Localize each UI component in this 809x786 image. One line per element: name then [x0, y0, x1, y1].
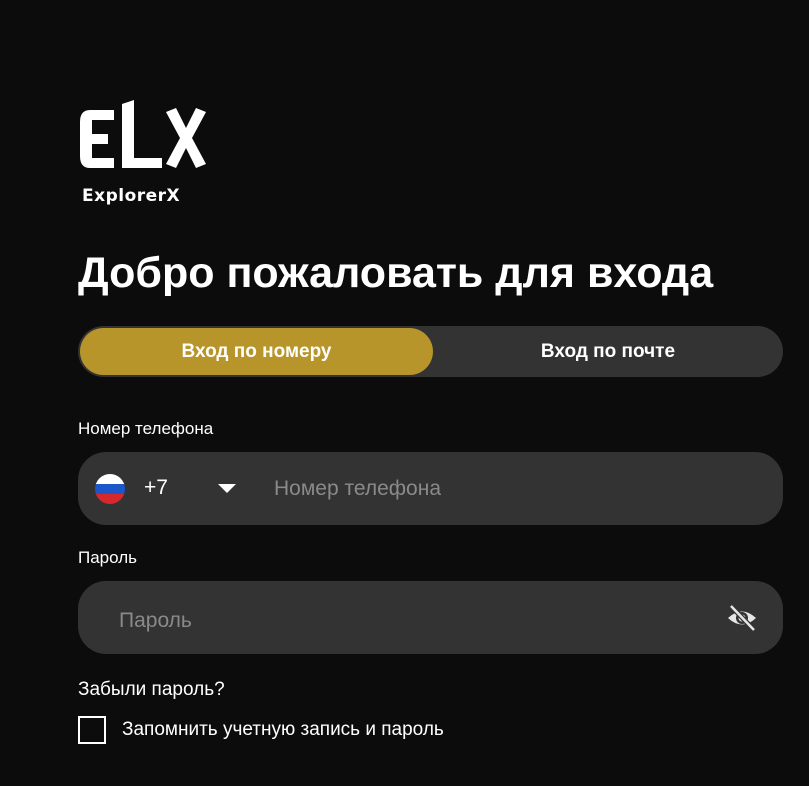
tab-email-login[interactable]: Вход по почте: [433, 328, 783, 375]
remember-me-row[interactable]: Запомнить учетную запись и пароль: [78, 713, 444, 747]
remember-me-label: Запомнить учетную запись и пароль: [122, 719, 444, 740]
password-input[interactable]: [119, 606, 699, 636]
password-field-label: Пароль: [78, 548, 137, 567]
tab-phone-login[interactable]: Вход по номеру: [80, 328, 433, 375]
login-page: ExplorerX Добро пожаловать для входа Вхо…: [0, 0, 809, 786]
brand-name: ExplorerX: [82, 186, 181, 206]
login-method-tabs: Вход по номеру Вход по почте: [78, 326, 783, 377]
forgot-password-link[interactable]: Забыли пароль?: [78, 679, 225, 701]
password-field: [78, 581, 783, 654]
country-code[interactable]: +7: [144, 476, 168, 500]
phone-field-label: Номер телефона: [78, 419, 214, 438]
chevron-down-icon[interactable]: [218, 484, 236, 493]
phone-input[interactable]: [274, 474, 754, 504]
russia-flag-icon[interactable]: [95, 474, 125, 504]
phone-field: +7: [78, 452, 783, 525]
eye-off-icon[interactable]: [726, 603, 758, 633]
page-title: Добро пожаловать для входа: [78, 249, 714, 297]
elx-logo-mark: [80, 100, 206, 168]
brand-logo: ExplorerX: [78, 98, 208, 210]
remember-me-checkbox[interactable]: [78, 716, 106, 744]
